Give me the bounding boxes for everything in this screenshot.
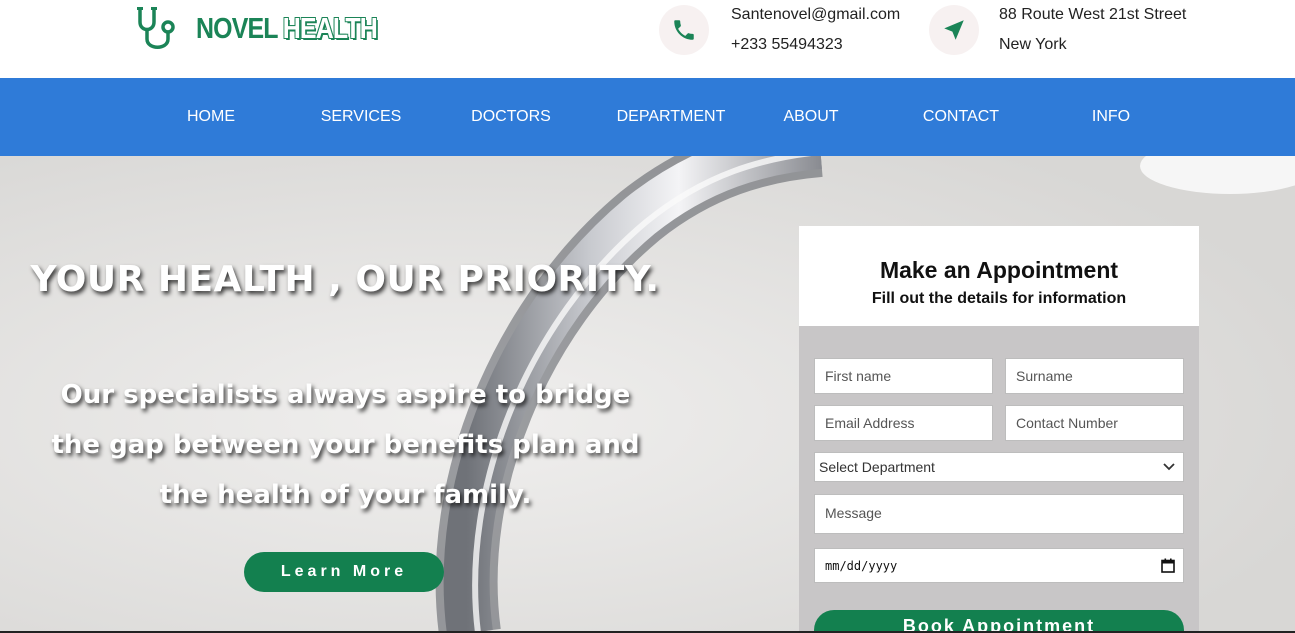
hero-subtitle: Our specialists always aspire to bridge … [51,380,640,510]
contact-number-field[interactable]: Contact Number [1005,405,1184,441]
nav-doctors[interactable]: DOCTORS [441,78,581,156]
appointment-form: First name Surname Email Address Contact… [799,326,1199,633]
address-line-1: 88 Route West 21st Street [999,6,1187,23]
chevron-down-icon [1163,463,1175,471]
stethoscope-icon [137,7,175,49]
location-arrow-icon [929,5,979,55]
main-navigation: HOME SERVICES DOCTORS DEPARTMENT ABOUT C… [0,78,1295,156]
appointment-form-card: Make an Appointment Fill out the details… [799,226,1199,633]
nav-contact[interactable]: CONTACT [891,78,1031,156]
site-logo[interactable]: NOVEL HEALTH [134,6,406,52]
contact-phone-lines: Santenovel@gmail.com +233 55494323 [731,0,900,60]
brand-name-part2: HEALTH [282,12,378,45]
appointment-subtitle: Fill out the details for information [871,290,1127,307]
message-field[interactable]: Message [814,494,1184,534]
nav-department[interactable]: DEPARTMENT [601,78,741,156]
contact-phone-block: Santenovel@gmail.com +233 55494323 [659,0,900,60]
nav-about[interactable]: ABOUT [741,78,881,156]
department-select[interactable]: Select Department [814,452,1184,482]
learn-more-button[interactable]: Learn More [244,552,444,592]
phone-icon [659,5,709,55]
department-select-value: Select Department [819,459,935,475]
contact-email[interactable]: Santenovel@gmail.com [731,0,900,30]
date-field[interactable]: mm/dd/yyyy [814,548,1184,583]
appointment-form-header: Make an Appointment Fill out the details… [799,226,1199,326]
date-field-value: mm/dd/yyyy [825,558,898,573]
email-field[interactable]: Email Address [814,405,993,441]
book-appointment-button[interactable]: Book Appointment [814,610,1184,633]
appointment-title: Make an Appointment [879,257,1119,283]
contact-address-lines: 88 Route West 21st Street New York [999,0,1186,60]
nav-info[interactable]: INFO [1041,78,1181,156]
hero-title: YOUR HEALTH , OUR PRIORITY. [30,259,660,300]
brand-name-part1: NOVEL [196,12,278,45]
nav-services[interactable]: SERVICES [291,78,431,156]
contact-phone-number[interactable]: +233 55494323 [731,30,900,60]
calendar-icon[interactable] [1161,558,1175,573]
hero-section: YOUR HEALTH , OUR PRIORITY. Our speciali… [0,156,1295,633]
surname-field[interactable]: Surname [1005,358,1184,394]
contact-address-block: 88 Route West 21st Street New York [929,0,1186,60]
nav-home[interactable]: HOME [141,78,281,156]
first-name-field[interactable]: First name [814,358,993,394]
brand-name: NOVEL HEALTH [196,12,378,46]
address-line-2: New York [999,36,1067,53]
top-header: NOVEL HEALTH Santenovel@gmail.com +233 55… [0,0,1295,78]
